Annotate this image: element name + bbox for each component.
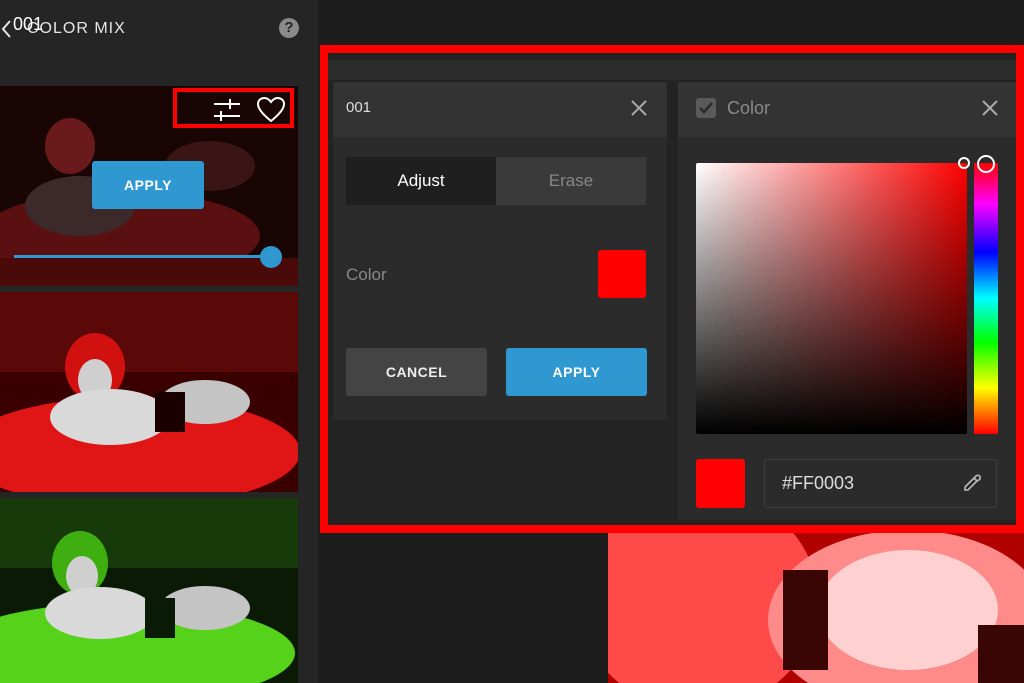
preset-card-red[interactable] [0, 292, 298, 492]
preset-card-green[interactable] [0, 498, 298, 683]
highlight-box-color-panel [320, 45, 1024, 533]
preset-apply-button[interactable]: APPLY [92, 161, 204, 209]
preset-thumbnail-green [0, 498, 298, 683]
back-icon[interactable] [0, 18, 14, 40]
preset-name: 001 [13, 14, 44, 34]
adjust-icon[interactable] [212, 97, 242, 123]
preset-thumbnail-red [0, 292, 298, 492]
help-icon[interactable]: ? [279, 18, 299, 38]
intensity-slider-track[interactable] [14, 255, 270, 258]
intensity-slider-handle[interactable] [260, 246, 282, 268]
heart-icon[interactable] [257, 97, 285, 123]
